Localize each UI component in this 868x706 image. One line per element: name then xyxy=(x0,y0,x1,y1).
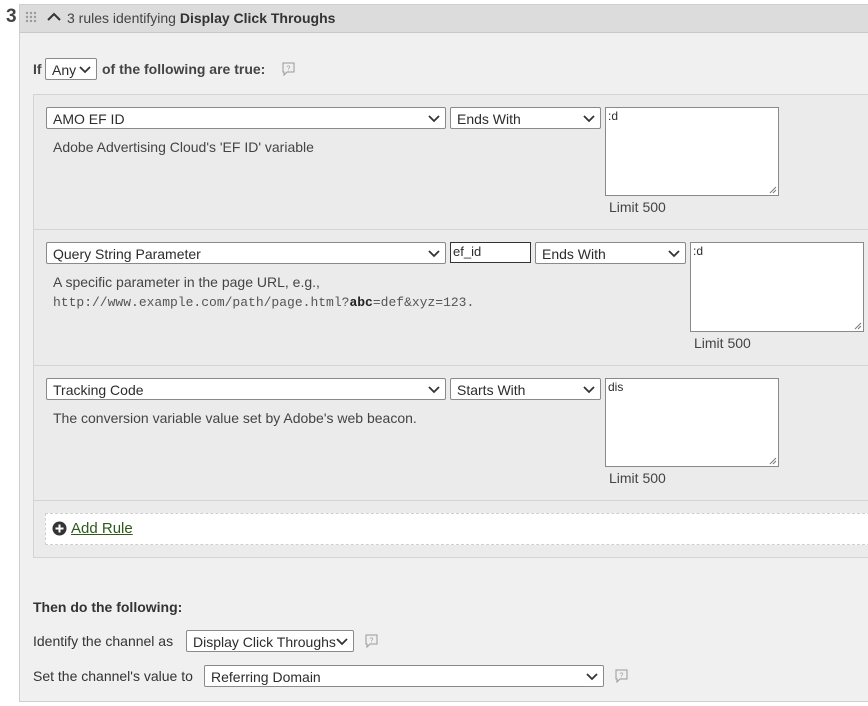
then-title: Then do the following: xyxy=(33,599,183,615)
match-any-select[interactable]: Any xyxy=(45,58,97,80)
identify-channel-label: Identify the channel as xyxy=(33,633,174,649)
rule-2-operator-select[interactable]: Ends With xyxy=(535,242,686,264)
condition-suffix: of the following are true: xyxy=(102,61,266,77)
rule-2-variable-value: Query String Parameter xyxy=(53,246,201,262)
rule-3-operator-select[interactable]: Starts With xyxy=(450,378,601,400)
example-url-param: abc xyxy=(349,295,373,310)
rule-1-description: Adobe Advertising Cloud's 'EF ID' variab… xyxy=(53,139,314,155)
rule-3-description: The conversion variable value set by Ado… xyxy=(53,410,417,426)
rule-1-operator-select[interactable]: Ends With xyxy=(450,107,601,129)
rule-divider xyxy=(34,229,868,230)
identify-channel-select[interactable]: Display Click Throughs xyxy=(186,630,354,652)
chevron-up-icon[interactable] xyxy=(47,12,61,22)
rule-count-text: 3 rules identifying xyxy=(67,10,176,26)
chevron-down-icon xyxy=(428,250,440,258)
rule-1-value-textarea[interactable]: :d xyxy=(605,107,779,196)
rule-2-param-value: ef_id xyxy=(453,244,482,259)
rule-3-value-textarea[interactable]: dis xyxy=(605,378,779,467)
example-url-prefix: http://www.example.com/path/page.html? xyxy=(53,295,350,310)
resize-handle-icon[interactable] xyxy=(854,322,862,330)
match-any-value: Any xyxy=(52,62,77,78)
rule-2-example-url: http://www.example.com/path/page.html?ab… xyxy=(53,295,474,310)
chevron-down-icon xyxy=(668,250,680,258)
svg-text:?: ? xyxy=(370,638,374,645)
plus-circle-icon[interactable] xyxy=(52,521,67,536)
rule-1-variable-value: AMO EF ID xyxy=(53,111,125,127)
channel-value-label: Set the channel's value to xyxy=(33,668,193,684)
rule-header-title: 3 rules identifying Display Click Throug… xyxy=(67,10,335,26)
resize-handle-icon[interactable] xyxy=(769,186,777,194)
example-url-suffix: =def&xyz=123. xyxy=(372,295,475,310)
condition-prefix: If xyxy=(33,61,42,77)
rule-3-variable-value: Tracking Code xyxy=(53,382,144,398)
identify-channel-value: Display Click Throughs xyxy=(193,634,336,650)
add-rule-row xyxy=(45,513,868,545)
rule-2-variable-select[interactable]: Query String Parameter xyxy=(46,242,446,264)
help-icon[interactable]: ? xyxy=(281,62,296,76)
grip-dots-icon[interactable] xyxy=(25,11,39,23)
rule-1-variable-select[interactable]: AMO EF ID xyxy=(46,107,446,129)
chevron-down-icon xyxy=(583,115,595,123)
add-rule-link[interactable]: Add Rule xyxy=(71,520,133,537)
rule-2-limit: Limit 500 xyxy=(694,335,751,351)
rule-2-value-textarea[interactable]: :d xyxy=(690,242,864,332)
chevron-down-icon xyxy=(428,386,440,394)
rule-divider xyxy=(34,500,868,501)
channel-name: Display Click Throughs xyxy=(179,10,336,26)
chevron-down-icon xyxy=(583,386,595,394)
rule-1-operator-value: Ends With xyxy=(457,111,521,127)
rule-2-value-text: :d xyxy=(693,244,704,258)
chevron-down-icon xyxy=(428,115,440,123)
rule-1-value-text: :d xyxy=(608,109,619,123)
svg-text:?: ? xyxy=(620,673,624,680)
rule-divider xyxy=(34,365,868,366)
rule-2-param-input[interactable]: ef_id xyxy=(450,242,531,263)
rule-3-operator-value: Starts With xyxy=(457,382,526,398)
rule-3-variable-select[interactable]: Tracking Code xyxy=(46,378,446,400)
resize-handle-icon[interactable] xyxy=(769,457,777,465)
chevron-down-icon xyxy=(79,66,91,74)
rule-3-limit: Limit 500 xyxy=(609,470,666,486)
rule-3-value-text: dis xyxy=(608,380,624,394)
channel-value-value: Referring Domain xyxy=(211,669,321,685)
rule-number: 3 xyxy=(6,6,17,27)
rule-2-description: A specific parameter in the page URL, e.… xyxy=(53,274,320,290)
channel-value-select[interactable]: Referring Domain xyxy=(204,665,604,687)
help-icon[interactable]: ? xyxy=(364,634,379,648)
rule-1-limit: Limit 500 xyxy=(609,199,666,215)
chevron-down-icon xyxy=(336,638,348,646)
rule-2-operator-value: Ends With xyxy=(542,246,606,262)
help-icon[interactable]: ? xyxy=(614,669,629,683)
chevron-down-icon xyxy=(586,673,598,681)
svg-text:?: ? xyxy=(287,66,291,73)
